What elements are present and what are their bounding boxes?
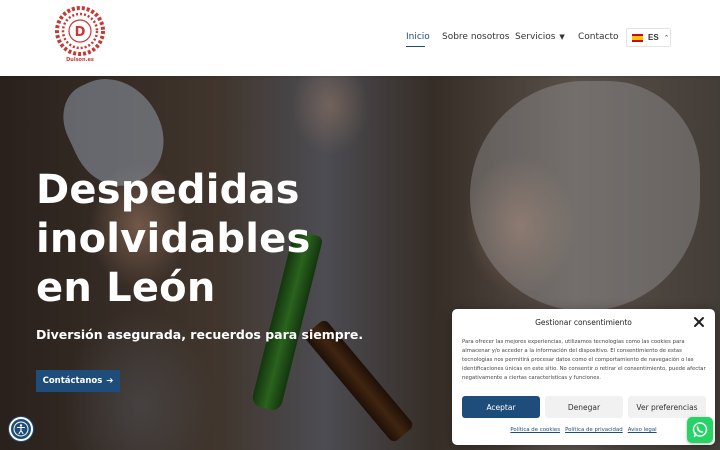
arrow-right-icon: ➔ bbox=[106, 376, 114, 386]
nav-item-servicios[interactable]: Servicios ▼ bbox=[515, 32, 565, 42]
contact-cta-label: Contáctanos bbox=[42, 376, 103, 386]
deny-button[interactable]: Denegar bbox=[545, 396, 623, 418]
accessibility-button[interactable] bbox=[9, 417, 33, 441]
language-selector[interactable]: ES ⌃ bbox=[626, 28, 671, 47]
cookie-dialog-body: Para ofrecer las mejores experiencias, u… bbox=[462, 339, 706, 381]
site-header: D Dulson.es Inicio Sobre nosotros Servic… bbox=[0, 0, 720, 76]
accessibility-icon bbox=[13, 421, 29, 437]
preferences-button[interactable]: Ver preferencias bbox=[628, 396, 706, 418]
nav-item-inicio[interactable]: Inicio bbox=[406, 32, 430, 42]
language-code: ES bbox=[648, 33, 659, 42]
nav-active-underline bbox=[406, 46, 425, 47]
cookie-consent-dialog: Gestionar consentimiento Para ofrecer la… bbox=[452, 309, 715, 445]
hero-subtitle: Diversión asegurada, recuerdos para siem… bbox=[36, 327, 364, 342]
hero-title: Despedidas inolvidables en León bbox=[36, 167, 311, 311]
cookie-policy-links: Política de cookies Política de privacid… bbox=[452, 427, 715, 433]
nav-item-servicios-label: Servicios bbox=[515, 32, 556, 42]
whatsapp-icon bbox=[692, 422, 708, 438]
accept-button[interactable]: Aceptar bbox=[462, 396, 540, 418]
legal-notice-link[interactable]: Aviso legal bbox=[628, 427, 657, 433]
privacy-policy-link[interactable]: Política de privacidad bbox=[565, 427, 623, 433]
close-icon[interactable] bbox=[693, 316, 705, 328]
contact-cta-button[interactable]: Contáctanos ➔ bbox=[36, 370, 120, 392]
chevron-down-icon: ▼ bbox=[559, 33, 565, 41]
cookie-policy-link[interactable]: Política de cookies bbox=[510, 427, 560, 433]
chevron-up-icon: ⌃ bbox=[663, 34, 670, 42]
nav-item-sobre-nosotros[interactable]: Sobre nosotros bbox=[442, 32, 509, 42]
main-nav: Inicio Sobre nosotros Servicios ▼ Contact… bbox=[0, 0, 720, 76]
spain-flag-icon bbox=[632, 33, 643, 42]
nav-item-contacto[interactable]: Contacto bbox=[578, 32, 619, 42]
whatsapp-button[interactable] bbox=[687, 417, 713, 443]
cookie-dialog-title: Gestionar consentimiento bbox=[535, 318, 632, 327]
